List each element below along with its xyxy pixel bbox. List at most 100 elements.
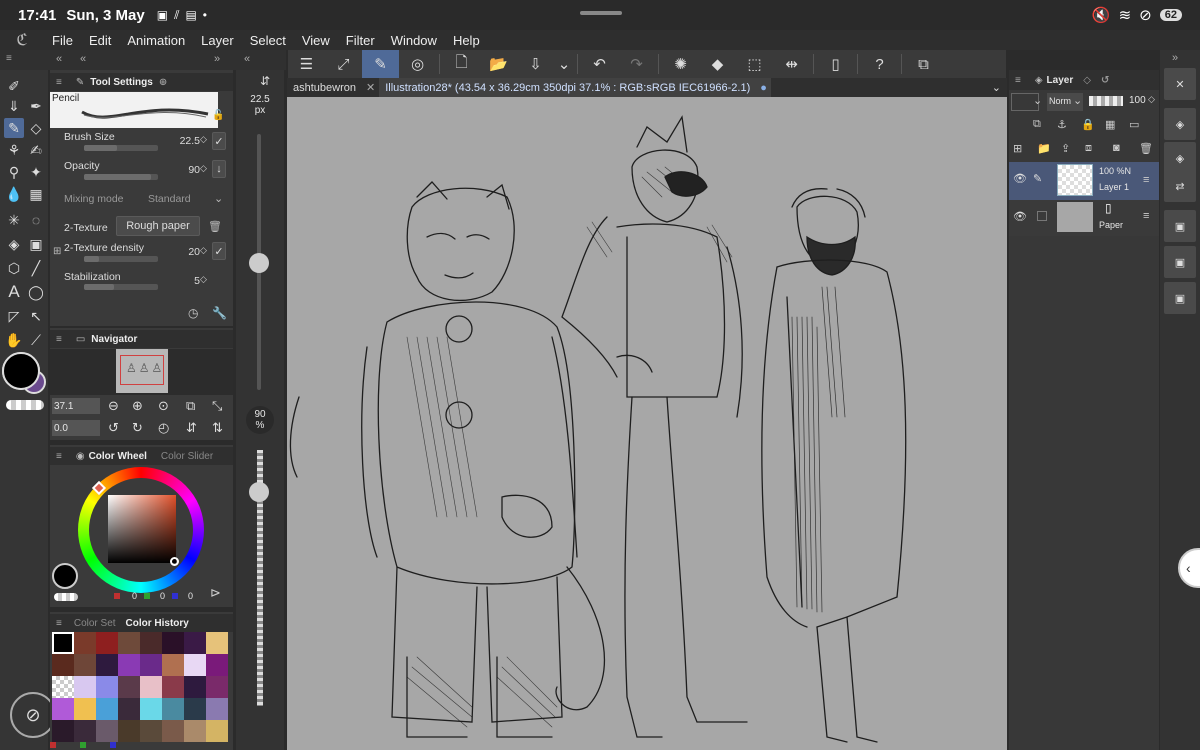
paper-checkbox[interactable]	[1037, 211, 1047, 221]
grid-tool-icon[interactable]: ▦	[26, 184, 46, 204]
tab-color-set[interactable]: Color Set	[74, 618, 116, 629]
merge-icon[interactable]: ⧈	[1085, 142, 1092, 155]
unsaved-dot-icon[interactable]: ●	[756, 78, 771, 97]
frame-tool-icon[interactable]: ◸	[4, 306, 24, 326]
fullscreen-icon[interactable]: ⤢	[325, 50, 362, 78]
panel-menu-icon[interactable]: ≡	[56, 334, 62, 345]
chevron-down-icon[interactable]: ⌄	[554, 50, 574, 78]
color-swatch[interactable]	[96, 676, 118, 698]
next-icon[interactable]: ⊳	[210, 585, 221, 601]
color-swatch[interactable]	[206, 698, 228, 720]
hand-tool-icon[interactable]: ✋	[4, 330, 24, 350]
flip-icon[interactable]: ⇅	[212, 420, 223, 436]
color-swatch[interactable]	[96, 720, 118, 742]
multitask-grabber[interactable]	[580, 11, 622, 15]
save-icon[interactable]: ⇩	[517, 50, 554, 78]
companion-mode-icon[interactable]: ◎	[399, 50, 436, 78]
color-swatch[interactable]	[140, 698, 162, 720]
brush-size-slider[interactable]	[84, 145, 158, 151]
lock-transparent-icon[interactable]: ▦	[1105, 118, 1115, 131]
brush-2-tool-icon[interactable]: ✍	[26, 140, 46, 160]
rotate-right-icon[interactable]: ↻	[132, 420, 143, 436]
color-swatch[interactable]	[206, 632, 228, 654]
close-tab-icon[interactable]: ✕	[362, 78, 379, 97]
app-logo-icon[interactable]: ℭ	[0, 30, 44, 50]
eraser-tool-icon[interactable]: ◇	[26, 118, 46, 138]
color-swatch[interactable]	[96, 654, 118, 676]
menu-select[interactable]: Select	[242, 33, 294, 48]
color-swatch[interactable]	[140, 632, 162, 654]
actual-size-icon[interactable]: ⊙	[158, 398, 169, 414]
hamburger-menu-icon[interactable]: ☰	[288, 50, 325, 78]
stepper-icon-4[interactable]: ◇	[200, 274, 207, 285]
menu-edit[interactable]: Edit	[81, 33, 119, 48]
density-pressure-icon[interactable]: ✓	[212, 242, 226, 260]
eyedropper-tool-icon[interactable]: ⟋	[26, 330, 46, 350]
color-swatch[interactable]	[162, 698, 184, 720]
fill-tool-icon[interactable]: ◈	[4, 234, 24, 254]
smartphone-icon[interactable]: ▯	[817, 50, 854, 78]
redo-icon[interactable]: ↷	[618, 50, 655, 78]
color-swatch[interactable]	[52, 654, 74, 676]
opacity-slider[interactable]	[84, 174, 158, 180]
zoom-out-icon[interactable]: ⊖	[108, 398, 119, 414]
texture-select-button[interactable]: Rough paper	[116, 216, 200, 236]
color-swatch[interactable]	[74, 676, 96, 698]
chevron-down-icon[interactable]: ⌄	[214, 192, 223, 205]
color-swatch[interactable]	[206, 720, 228, 742]
color-swatch[interactable]	[206, 654, 228, 676]
panel-menu-icon[interactable]: ≡	[56, 77, 62, 88]
navigator-preview-area[interactable]: ♙♙♙	[50, 349, 233, 395]
history-icon[interactable]: ↺	[1101, 75, 1109, 86]
color-swatch[interactable]	[52, 632, 74, 654]
transparent-mini[interactable]	[54, 593, 78, 601]
color-swatch[interactable]	[118, 654, 140, 676]
zoom-value[interactable]: 37.1	[54, 401, 73, 412]
tab-color-wheel[interactable]: Color Wheel	[89, 451, 147, 462]
panel-menu-icon[interactable]: ≡	[1015, 75, 1021, 86]
panel-menu-icon[interactable]: ≡	[56, 451, 62, 462]
color-swatch[interactable]	[52, 720, 74, 742]
chevron-down-icon[interactable]: ⌄	[1033, 94, 1042, 107]
color-swatch[interactable]	[118, 698, 140, 720]
material-3d-icon[interactable]: ▣	[1164, 282, 1196, 314]
color-swatch[interactable]	[162, 654, 184, 676]
menu-filter[interactable]: Filter	[338, 33, 383, 48]
rotate-value[interactable]: 0.0	[54, 423, 68, 434]
expand-right-icon[interactable]: »	[1172, 52, 1178, 64]
color-swatch[interactable]	[52, 698, 74, 720]
color-swatch[interactable]	[184, 676, 206, 698]
toggle-icon[interactable]: ⊕	[159, 77, 167, 88]
color-swatch[interactable]	[96, 632, 118, 654]
menu-view[interactable]: View	[294, 33, 338, 48]
trash-icon[interactable]: 🗑	[208, 220, 222, 233]
opacity-bar[interactable]	[1089, 96, 1123, 106]
line-tool-icon[interactable]: ╱	[26, 258, 46, 278]
reference-icon[interactable]: ⚓	[1057, 118, 1067, 131]
stepper-icon[interactable]: ◇	[1148, 94, 1155, 105]
zoom-in-icon[interactable]: ⊕	[132, 398, 143, 414]
balloon-tool-icon[interactable]: ◯	[26, 282, 46, 302]
sparkle-tool-icon[interactable]: ✦	[26, 162, 46, 182]
color-swatch[interactable]	[206, 676, 228, 698]
layer-row-layer-1[interactable]: 👁 ✎ 100 %N Layer 1 ≡	[1009, 162, 1159, 200]
window-icon[interactable]: ⧉	[905, 50, 942, 78]
color-swatch[interactable]	[162, 632, 184, 654]
pressure-toggle-icon[interactable]: ✓	[212, 132, 226, 150]
drawing-canvas[interactable]	[287, 97, 1007, 750]
material-image-icon[interactable]: ▣	[1164, 246, 1196, 278]
close-panel-icon[interactable]: ✕	[1164, 68, 1196, 100]
blend-tool-icon[interactable]: 💧	[4, 184, 24, 204]
brush-preview[interactable]: Pencil	[50, 92, 218, 128]
text-tool-icon[interactable]: A	[4, 282, 24, 302]
gradient-tool-icon[interactable]: ▣	[26, 234, 46, 254]
main-color-mini[interactable]	[52, 563, 78, 589]
mask-icon[interactable]: ▭	[1129, 118, 1139, 131]
edit-layer-icon[interactable]: ✎	[362, 50, 399, 78]
layers-stack-icon[interactable]: ◈	[1164, 108, 1196, 140]
wrench-icon[interactable]: 🔧	[212, 306, 227, 320]
size-adjust-icon[interactable]: ⇵	[260, 74, 270, 88]
layer-opacity-value[interactable]: 100	[1129, 95, 1146, 106]
menu-help[interactable]: Help	[445, 33, 488, 48]
pencil-tool-icon[interactable]: ✎	[4, 118, 24, 138]
